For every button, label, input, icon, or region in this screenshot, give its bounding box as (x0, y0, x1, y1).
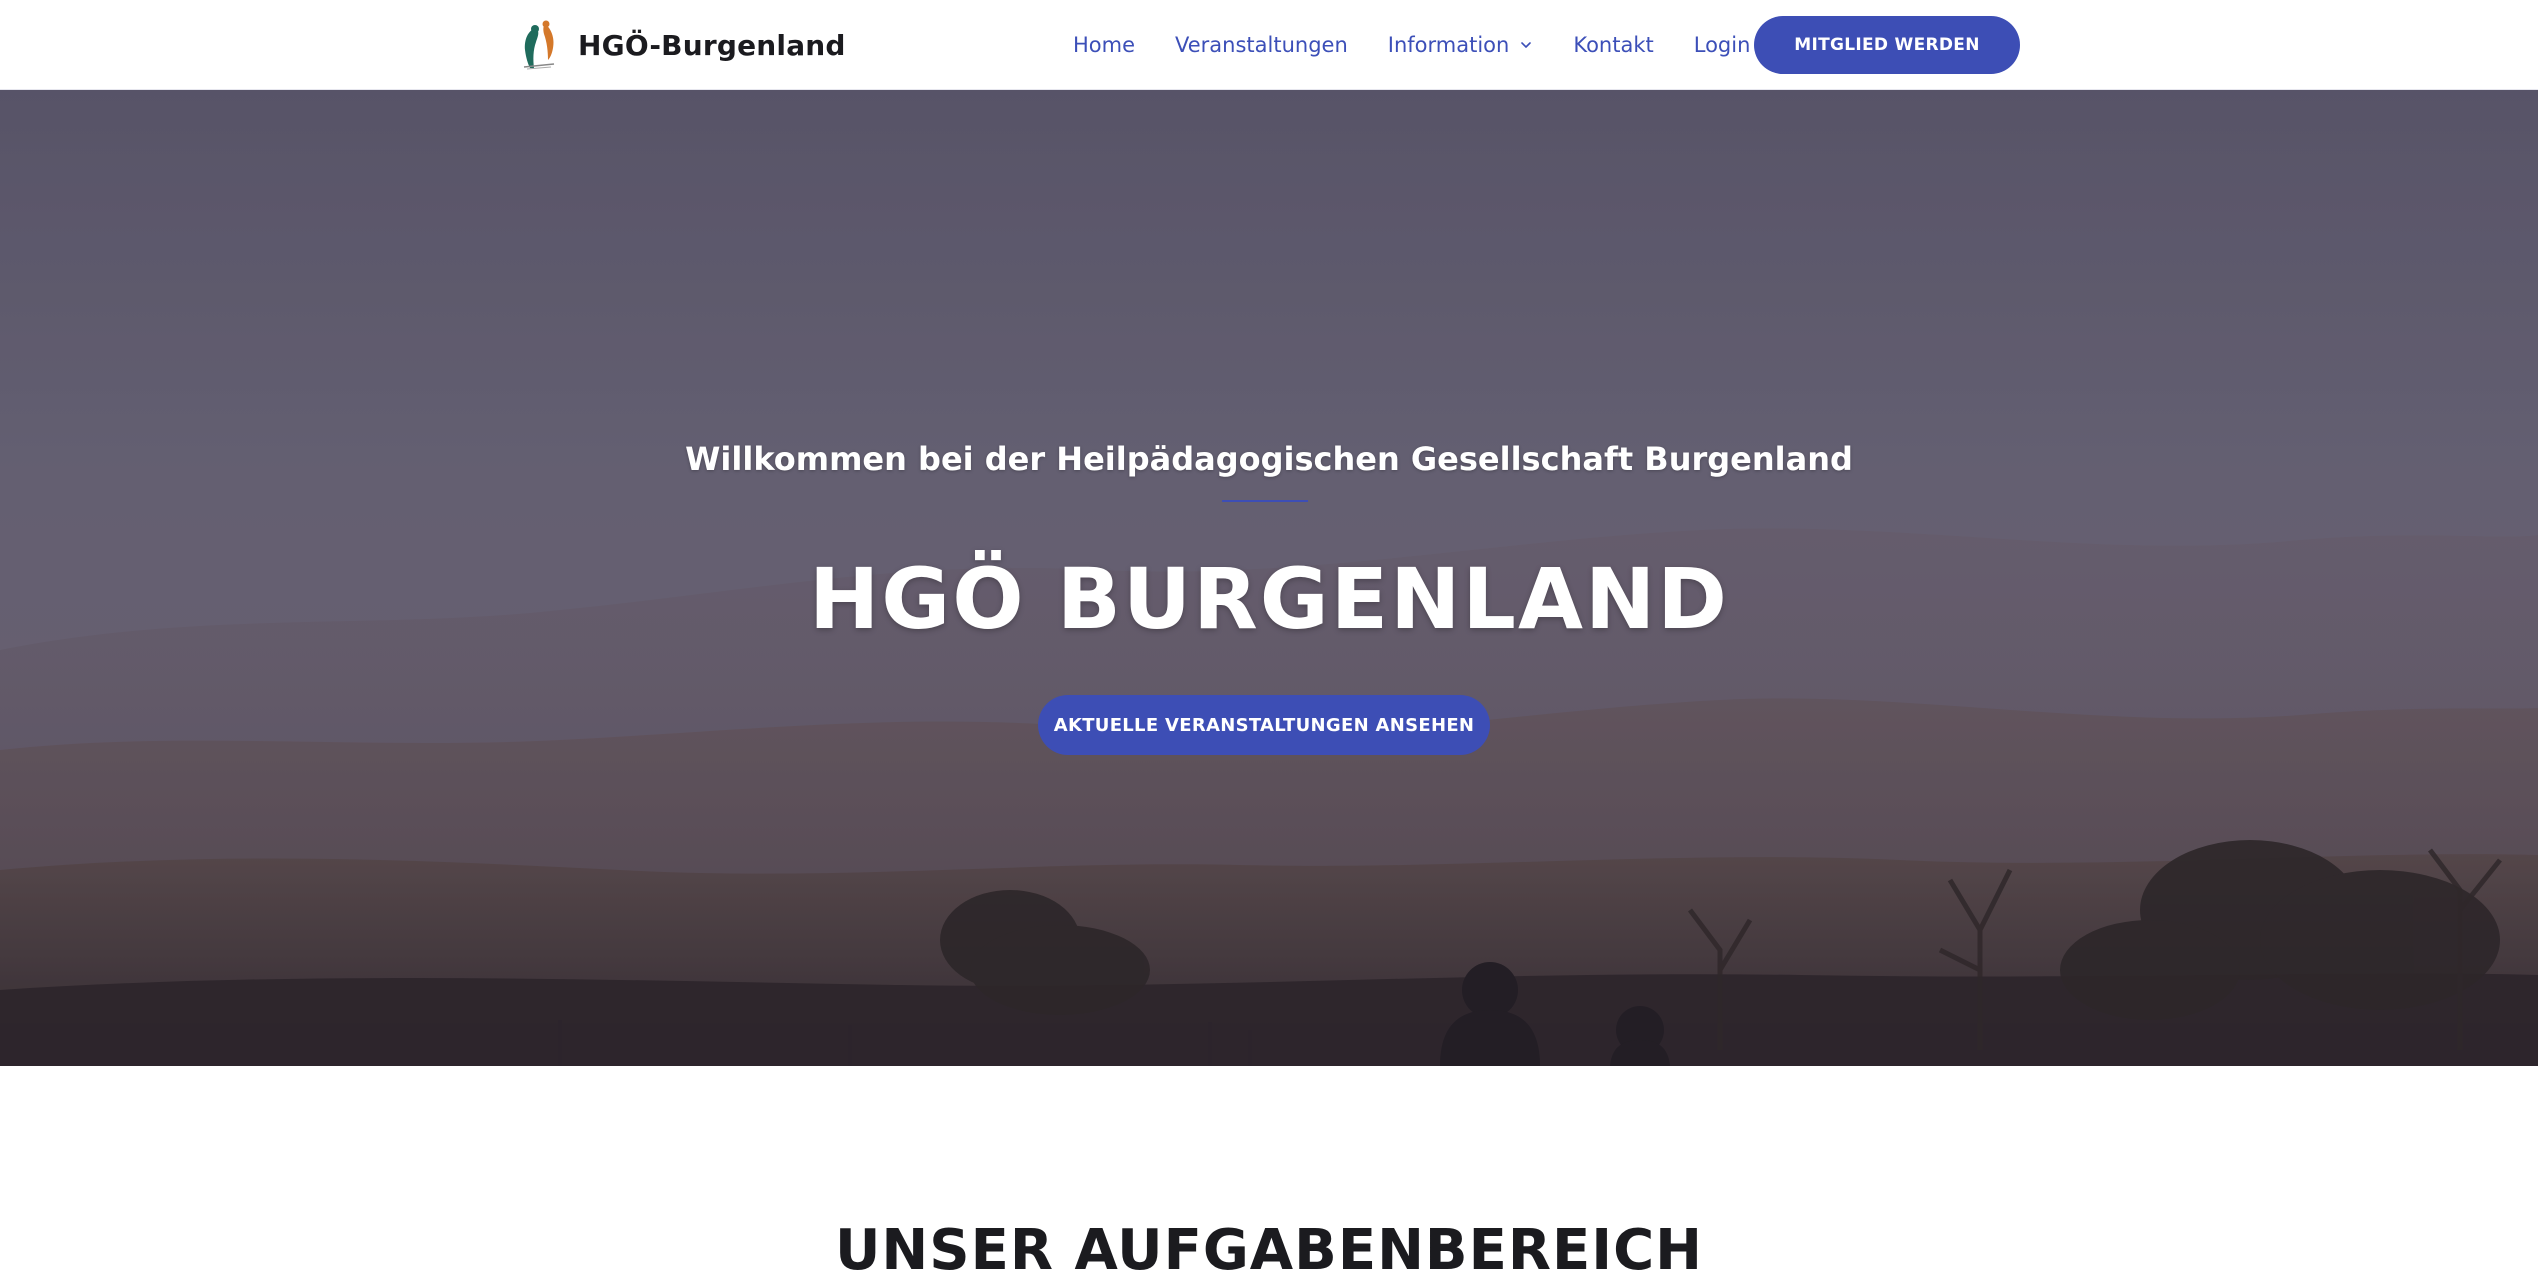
brand-name: HGÖ-Burgenland (578, 28, 846, 62)
nav-login[interactable]: Login (1694, 33, 1751, 57)
become-member-button[interactable]: MITGLIED WERDEN (1754, 16, 2020, 74)
hero-divider (1222, 500, 1308, 502)
view-events-button[interactable]: AKTUELLE VERANSTALTUNGEN ANSEHEN (1038, 695, 1490, 755)
hgo-logo-icon (523, 20, 555, 70)
nav-information-label: Information (1387, 33, 1510, 57)
chevron-down-icon (1521, 42, 1532, 48)
hero-content: Willkommen bei der Heilpädagogischen Ges… (0, 90, 2538, 1066)
nav-information[interactable]: Information (1388, 33, 1534, 57)
site-header: HGÖ-Burgenland Home Veranstaltungen Info… (0, 0, 2538, 90)
hero-subtitle: Willkommen bei der Heilpädagogischen Ges… (685, 440, 1853, 478)
hero-section: Willkommen bei der Heilpädagogischen Ges… (0, 90, 2538, 1066)
nav-veranstaltungen[interactable]: Veranstaltungen (1175, 33, 1348, 57)
section-title: UNSER AUFGABENBEREICH (834, 1218, 1704, 1283)
nav-home[interactable]: Home (1073, 33, 1135, 57)
nav-kontakt[interactable]: Kontakt (1573, 33, 1653, 57)
brand-link[interactable]: HGÖ-Burgenland (518, 18, 846, 72)
hero-title: HGÖ BURGENLAND (808, 550, 1729, 648)
main-nav: Home Veranstaltungen Information Kontakt… (1073, 0, 1790, 90)
